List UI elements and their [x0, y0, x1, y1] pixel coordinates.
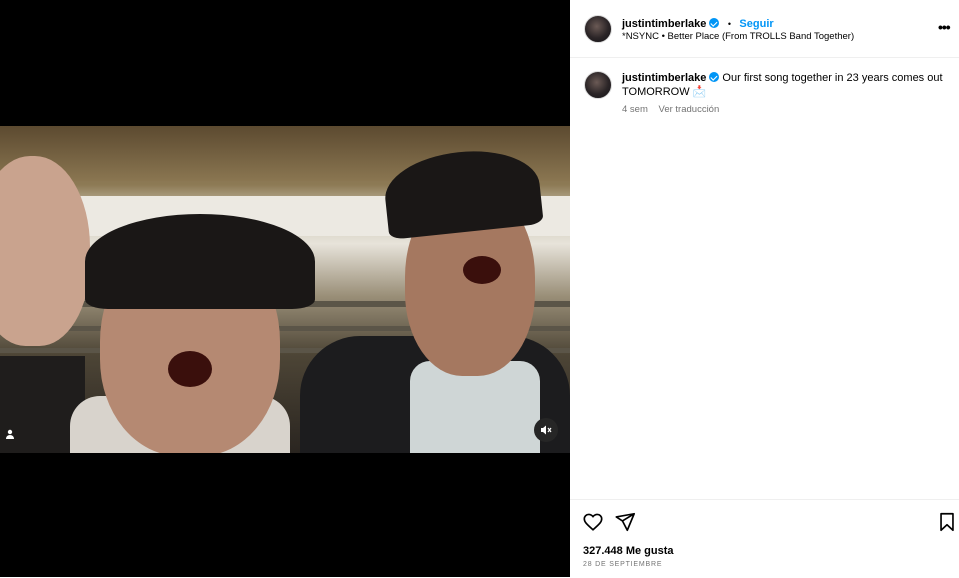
caption-avatar[interactable]	[584, 71, 612, 99]
header-title-row: justintimberlake • Seguir	[622, 14, 774, 32]
muted-speaker-icon[interactable]	[534, 418, 558, 442]
likes-count[interactable]: 327.448 Me gusta	[583, 545, 674, 557]
separator-dot: •	[727, 19, 731, 29]
post-details-panel: justintimberlake • Seguir *NSYNC • Bette…	[570, 0, 959, 577]
bookmark-icon[interactable]	[936, 511, 958, 533]
verified-badge-icon	[709, 18, 720, 28]
translate-link[interactable]: Ver traducción	[659, 104, 720, 115]
post-media[interactable]	[0, 0, 570, 577]
author-username[interactable]: justintimberlake	[622, 18, 706, 30]
video-player[interactable]	[0, 126, 570, 453]
avatar[interactable]	[584, 15, 612, 43]
more-options-icon[interactable]: •••	[938, 20, 951, 34]
video-person-left	[0, 156, 90, 346]
user-tag-icon[interactable]	[4, 427, 16, 439]
caption-author[interactable]: justintimberlake	[622, 72, 706, 84]
action-bar: 327.448 Me gusta 28 DE SEPTIEMBRE	[570, 499, 959, 578]
verified-badge-icon	[709, 72, 720, 82]
post-date: 28 DE SEPTIEMBRE	[583, 561, 663, 568]
post-header: justintimberlake • Seguir *NSYNC • Bette…	[570, 0, 959, 58]
send-icon[interactable]	[614, 511, 636, 533]
caption: justintimberlake Our first song together…	[622, 71, 947, 99]
audio-track-link[interactable]: *NSYNC • Better Place (From TROLLS Band …	[622, 31, 854, 42]
video-mouth	[168, 351, 212, 387]
caption-meta: 4 sem Ver traducción	[622, 104, 727, 115]
video-cap	[85, 214, 315, 309]
video-mouth	[463, 256, 501, 284]
heart-icon[interactable]	[582, 511, 604, 533]
post-age[interactable]: 4 sem	[622, 104, 648, 115]
follow-button[interactable]: Seguir	[739, 18, 773, 30]
